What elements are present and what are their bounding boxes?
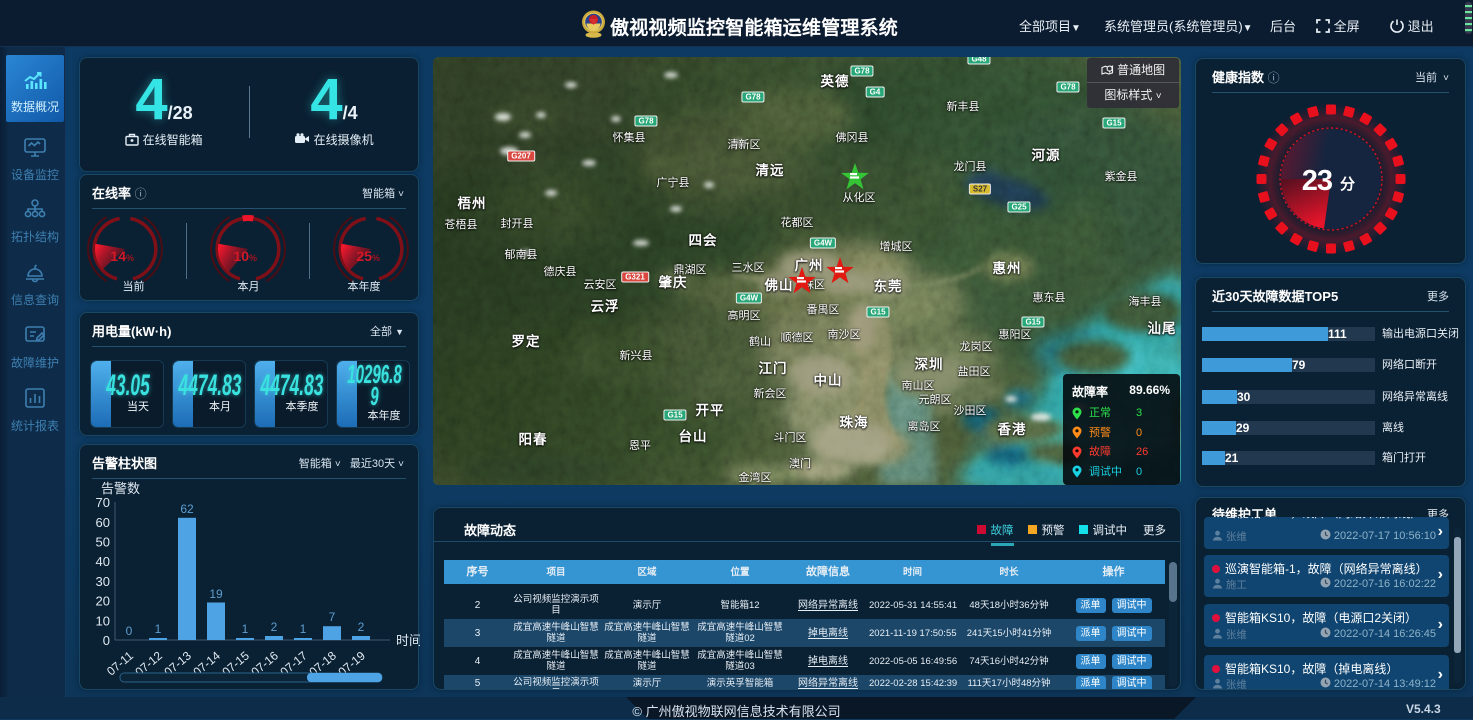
svg-text:23: 23 (1302, 165, 1333, 197)
svg-text:2: 2 (358, 620, 365, 634)
svg-text:时间: 时间 (396, 633, 420, 648)
svg-text:40: 40 (96, 554, 110, 569)
svg-text:70: 70 (96, 495, 110, 510)
svg-text:20: 20 (96, 594, 110, 609)
svg-text:19: 19 (209, 587, 223, 601)
svg-text:50: 50 (96, 535, 110, 550)
svg-text:1: 1 (242, 622, 249, 636)
svg-text:分: 分 (1340, 176, 1355, 193)
svg-text:60: 60 (96, 515, 110, 530)
svg-text:告警数: 告警数 (101, 481, 140, 496)
svg-text:10%: 10% (233, 248, 257, 264)
svg-text:10: 10 (96, 613, 110, 628)
svg-text:25%: 25% (356, 248, 380, 264)
svg-text:1: 1 (300, 622, 307, 636)
svg-text:14%: 14% (110, 248, 134, 264)
svg-text:0: 0 (103, 633, 110, 648)
svg-text:7: 7 (329, 610, 336, 624)
svg-text:62: 62 (180, 502, 194, 516)
svg-text:2: 2 (271, 620, 278, 634)
svg-text:30: 30 (96, 574, 110, 589)
svg-text:0: 0 (126, 624, 133, 638)
svg-text:1: 1 (155, 622, 162, 636)
